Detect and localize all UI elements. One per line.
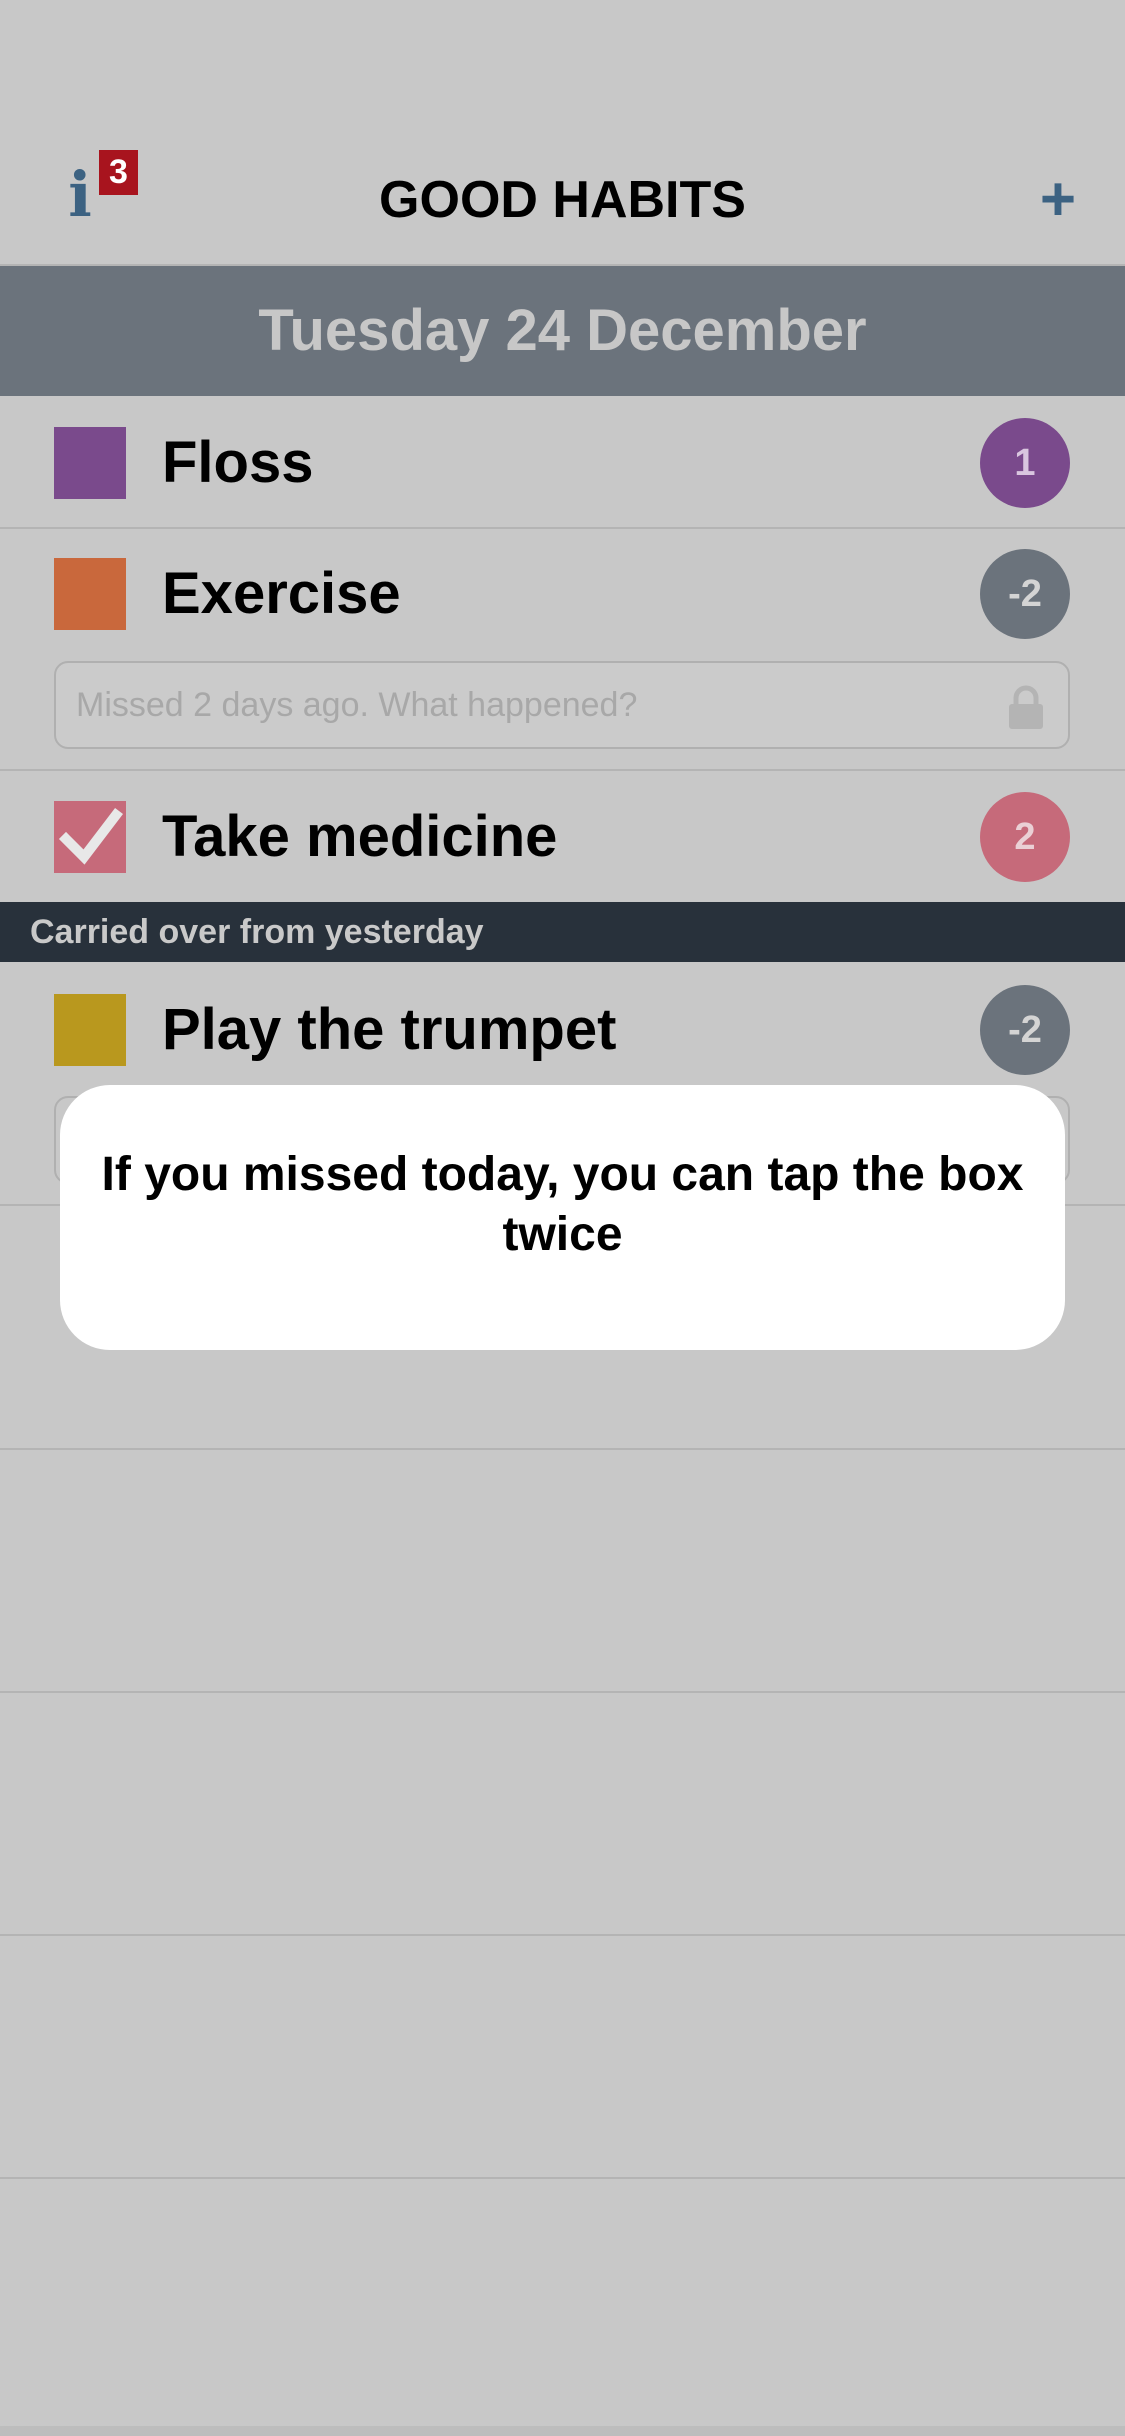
home-indicator-area [0,2426,1125,2436]
page-title: GOOD HABITS [379,171,746,229]
row-divider [0,1691,1125,1693]
habit-checkbox-exercise[interactable] [54,558,126,630]
carried-over-label: Carried over from yesterday [30,913,484,951]
missed-note-placeholder: Missed 2 days ago. What happened? [76,686,638,724]
habit-streak-play-the-trumpet: -2 [980,985,1070,1075]
row-divider [0,2177,1125,2179]
checkmark-icon [58,807,124,865]
row-divider [0,1448,1125,1450]
habit-name-take-medicine: Take medicine [162,804,558,869]
lock-icon [1009,685,1043,729]
add-habit-button[interactable]: + [1030,165,1086,235]
row-divider [0,1934,1125,1936]
habit-checkbox-take-medicine[interactable] [54,801,126,873]
habit-name-play-the-trumpet: Play the trumpet [162,997,617,1062]
habit-name-floss: Floss [162,430,314,495]
habit-checkbox-floss[interactable] [54,427,126,499]
row-divider [0,527,1125,529]
missed-note-input[interactable]: Missed 2 days ago. What happened? [54,661,1070,749]
habit-streak-floss: 1 [980,418,1070,508]
info-icon[interactable]: i [60,160,100,230]
row-divider [0,769,1125,771]
hint-popup-text: If you missed today, you can tap the box… [101,1148,1024,1261]
habit-streak-take-medicine: 2 [980,792,1070,882]
habit-streak-exercise: -2 [980,549,1070,639]
date-label: Tuesday 24 December [258,298,867,363]
notification-badge: 3 [99,150,138,195]
habit-checkbox-play-the-trumpet[interactable] [54,994,126,1066]
habit-name-exercise: Exercise [162,561,401,626]
